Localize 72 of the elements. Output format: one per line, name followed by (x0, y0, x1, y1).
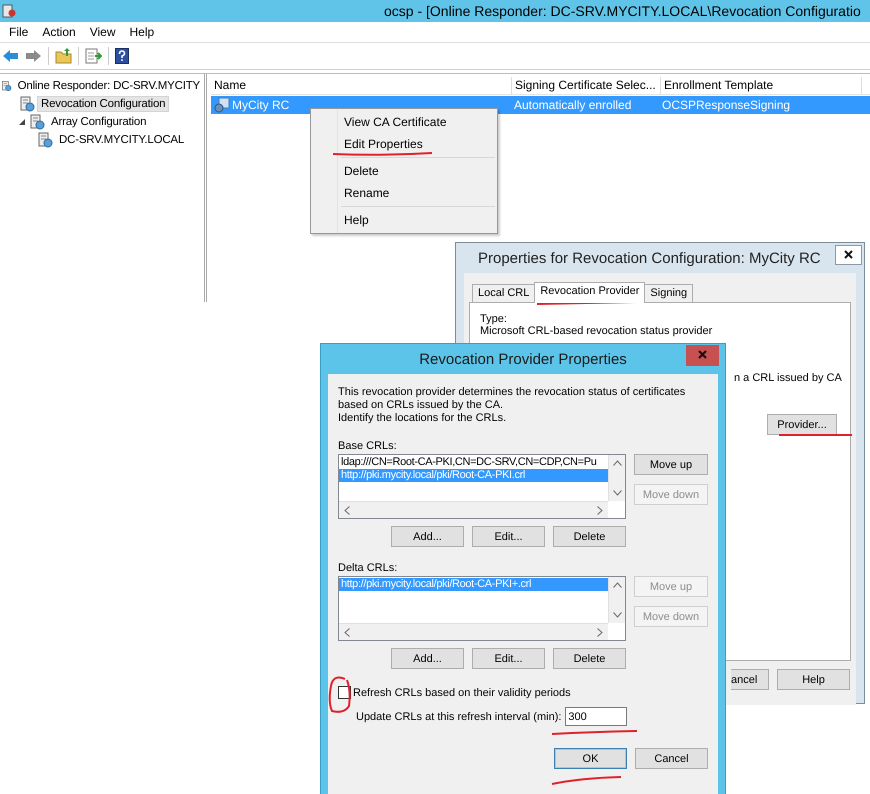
folder-up-icon[interactable] (55, 48, 72, 64)
window-title: ocsp - [Online Responder: DC-SRV.MYCITY.LOCAL\Revocation Configuratio (384, 3, 861, 19)
dialog-button[interactable]: OK (554, 748, 627, 769)
description-text: This revocation provider determines the revocation status of certificates based on CRLs issued by the CA. Identify the locations for the CRLs. (338, 386, 686, 425)
context-menu-item[interactable]: Help (311, 209, 497, 231)
tab[interactable]: Local CRL (472, 284, 536, 302)
chevron-left-icon[interactable] (344, 506, 350, 514)
crl-listbox[interactable]: ldap:///CN=Root-CA-PKI,CN=DC-SRV,CN=CDP,CN=Pu http://pki.mycity.local/pki/Root-CA-PKI.crl (338, 454, 626, 519)
back-arrow-icon[interactable] (2, 49, 19, 63)
field-label: Update CRLs at this refresh interval (min): (356, 710, 562, 722)
server-icon (37, 132, 53, 148)
chevron-right-icon[interactable] (597, 506, 603, 514)
tree-item[interactable]: Online Responder: DC-SRV.MYCITY (14, 78, 204, 94)
tab[interactable]: Signing (644, 284, 694, 302)
vertical-scrollbar[interactable] (608, 577, 625, 623)
export-list-icon[interactable] (85, 48, 102, 64)
table-cell: OCSPResponseSigning (662, 98, 790, 112)
type-label: Type: (480, 313, 508, 325)
tab[interactable]: Revocation Provider (534, 282, 646, 303)
list-action-button[interactable]: Delete (553, 526, 626, 547)
description-text: n a CRL issued by CA (734, 372, 842, 384)
server-icon (19, 96, 35, 112)
list-action-button[interactable]: Edit... (472, 526, 545, 547)
expanded-triangle-icon[interactable] (19, 118, 26, 126)
chevron-up-icon[interactable] (612, 460, 622, 466)
column-header[interactable]: Signing Certificate Selec... (512, 77, 661, 94)
horizontal-scrollbar[interactable] (339, 501, 608, 518)
list-action-button[interactable]: Add... (391, 526, 464, 547)
context-menu-item[interactable]: Rename (311, 182, 497, 204)
dialog-title: Properties for Revocation Configuration: MyCity RC (478, 250, 821, 266)
list-action-button[interactable]: Edit... (472, 648, 545, 669)
chevron-left-icon[interactable] (344, 628, 350, 636)
server-icon (1, 78, 12, 94)
close-icon[interactable] (835, 245, 862, 265)
chevron-down-icon[interactable] (612, 490, 622, 496)
menu-item[interactable]: Action (35, 25, 83, 39)
dialog-button[interactable]: Cancel (635, 748, 708, 769)
provider-button[interactable]: Provider... (767, 414, 837, 435)
chevron-right-icon[interactable] (597, 628, 603, 636)
dialog-button[interactable]: Help (777, 669, 850, 690)
forward-arrow-icon[interactable] (25, 49, 42, 63)
table-cell: Automatically enrolled (514, 98, 632, 112)
chevron-up-icon[interactable] (612, 582, 622, 588)
menu-item[interactable]: File (2, 25, 36, 39)
dialog-button[interactable]: ancel (731, 669, 769, 690)
dialog-title: Revocation Provider Properties (419, 350, 627, 368)
horizontal-scrollbar[interactable] (339, 623, 608, 640)
table-cell: MyCity RC (232, 98, 290, 112)
menu-item[interactable]: Help (122, 25, 162, 39)
annotation-underline (551, 776, 623, 786)
list-action-button[interactable]: Add... (391, 648, 464, 669)
type-value: Microsoft CRL-based revocation status provider (480, 325, 714, 337)
column-header[interactable]: Enrollment Template (661, 77, 862, 94)
checkbox-label: Refresh CRLs based on their validity periods (353, 686, 571, 698)
tree-item[interactable]: Array Configuration (47, 114, 150, 130)
list-label: Delta CRLs: (338, 562, 398, 575)
help-icon[interactable] (115, 48, 129, 64)
column-header[interactable]: Name (211, 77, 512, 94)
list-label: Base CRLs: (338, 440, 398, 453)
menu-item[interactable]: View (82, 25, 122, 39)
tree-item[interactable]: Revocation Configuration (37, 96, 170, 112)
chevron-down-icon[interactable] (612, 612, 622, 618)
move-button[interactable]: Move up (634, 454, 708, 475)
list-action-button[interactable]: Delete (553, 648, 626, 669)
list-item[interactable]: ldap:///CN=Root-CA-PKI,CN=DC-SRV,CN=CDP,CN=Pu (339, 456, 608, 469)
server-icon (29, 114, 45, 130)
vertical-scrollbar[interactable] (608, 455, 625, 501)
tree-item[interactable]: DC-SRV.MYCITY.LOCAL (55, 132, 188, 148)
interval-input-field[interactable]: 300 (565, 707, 628, 726)
context-menu-item[interactable]: Edit Properties (311, 133, 497, 155)
context-menu-item[interactable]: Delete (311, 160, 497, 182)
context-menu-item[interactable]: View CA Certificate (311, 111, 497, 133)
